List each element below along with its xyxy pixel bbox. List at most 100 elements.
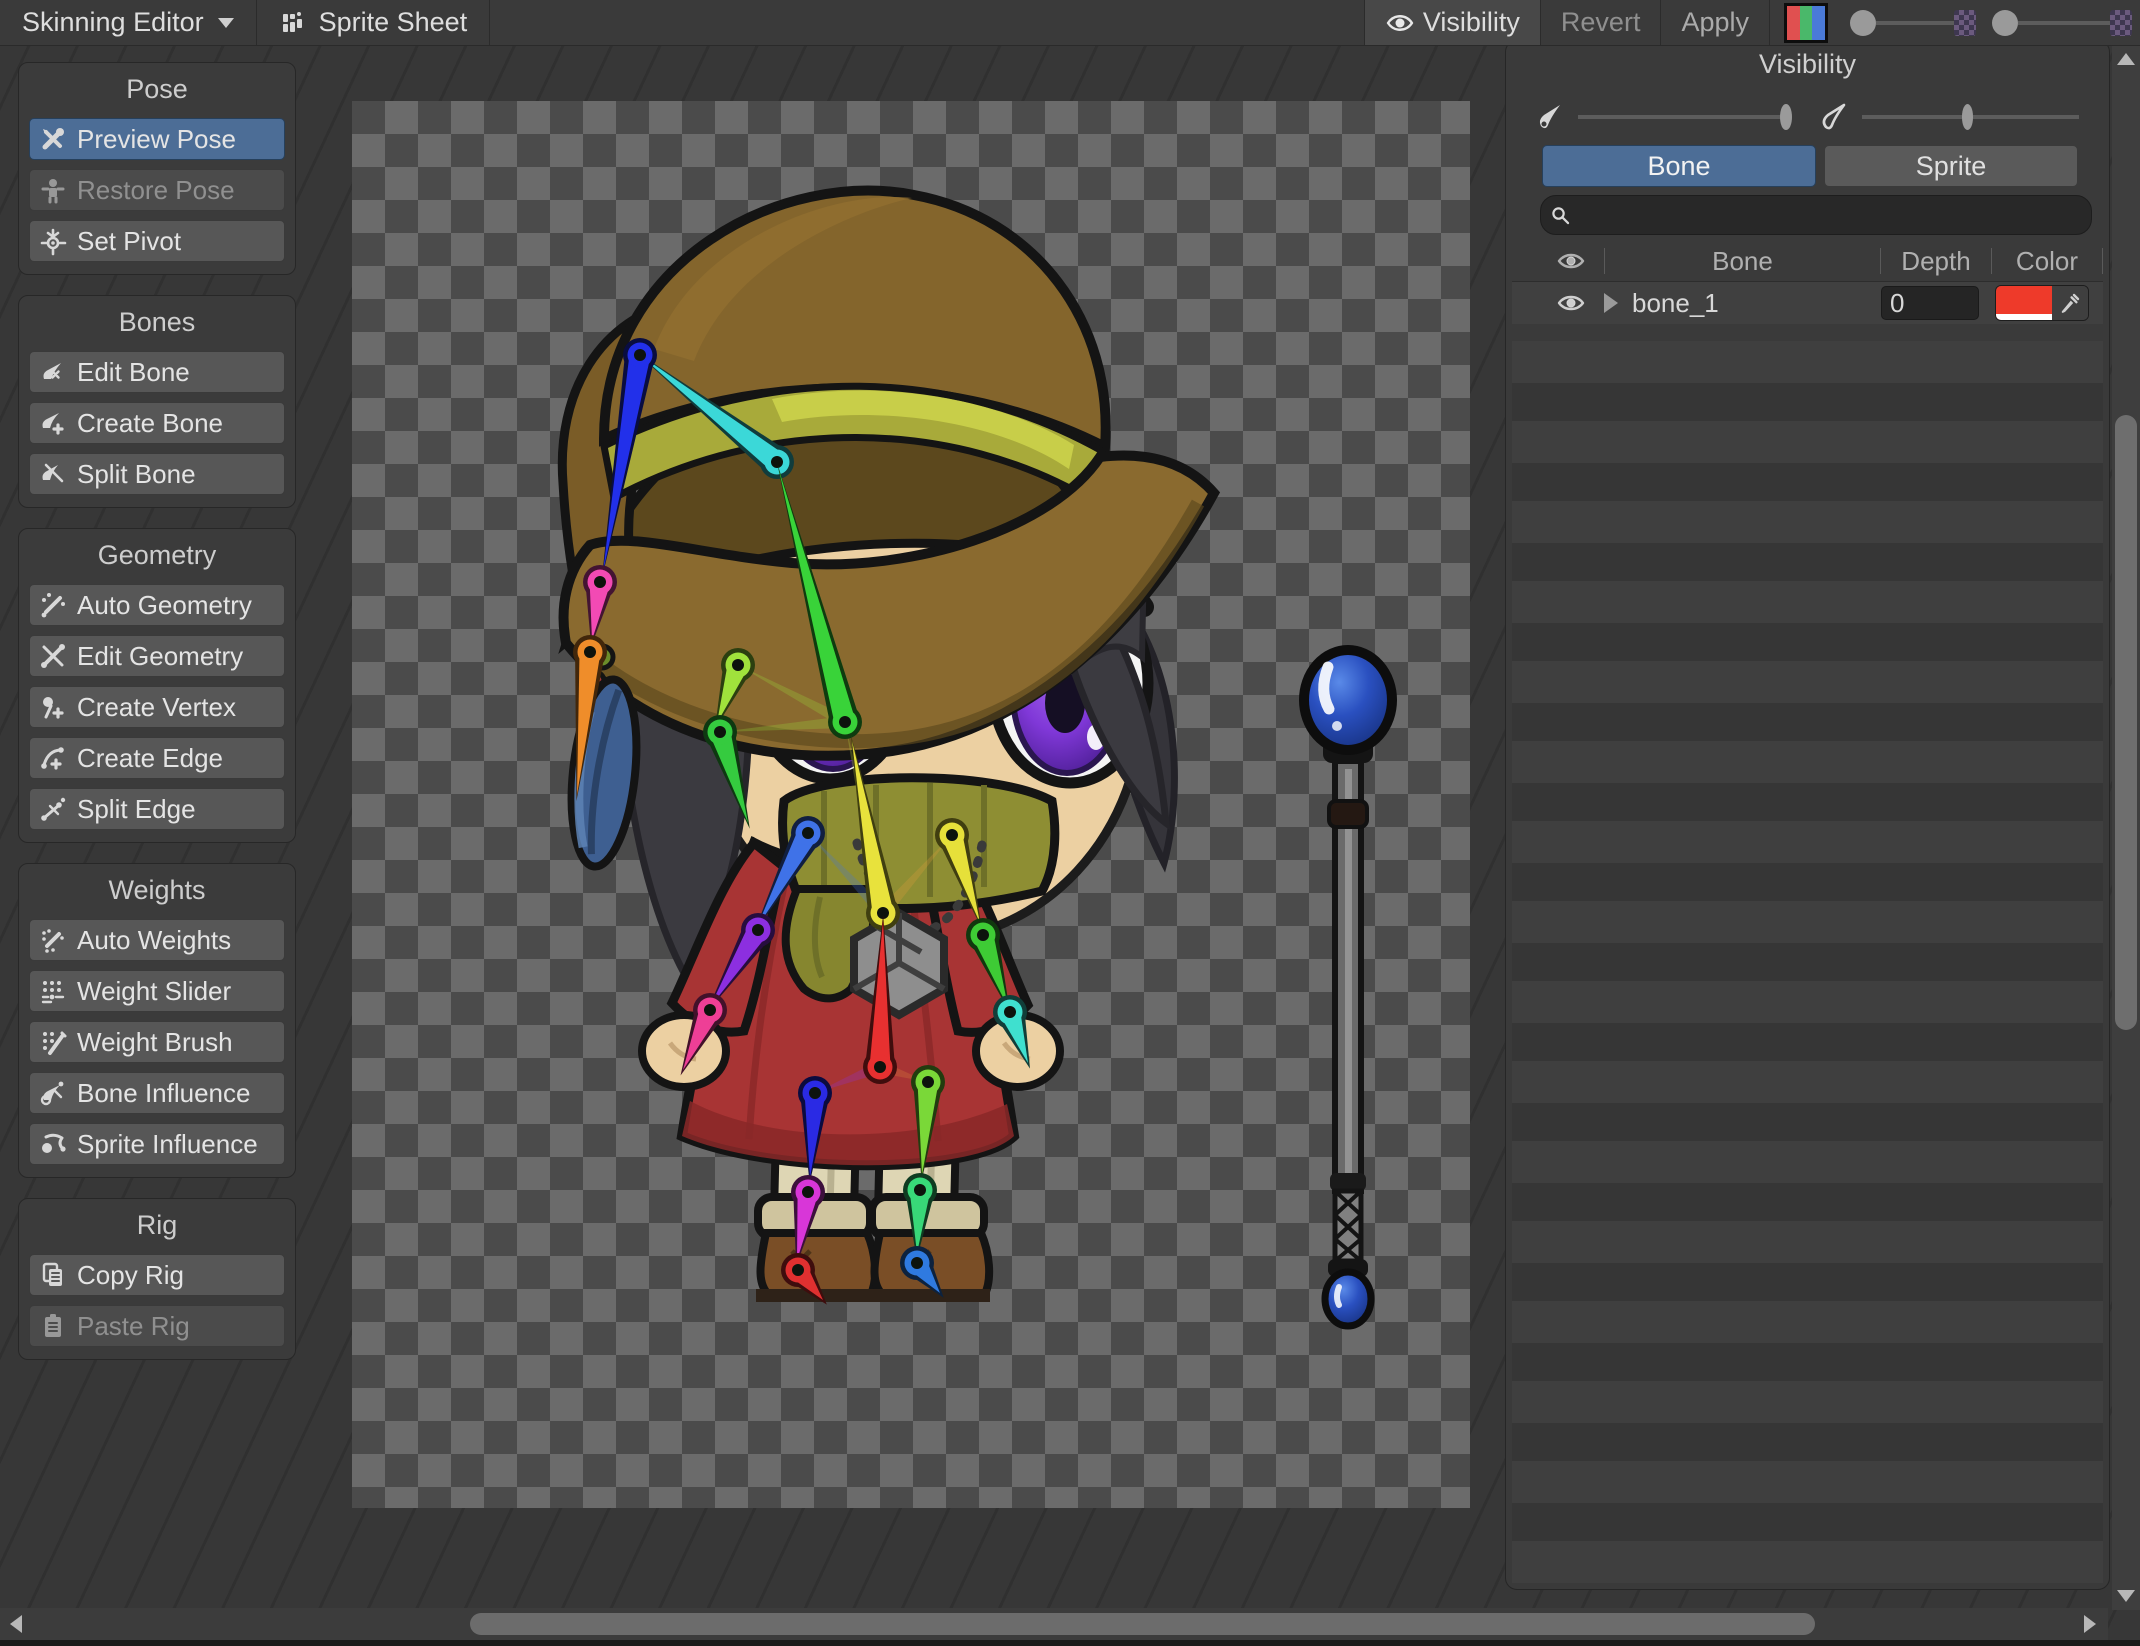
search-input[interactable] bbox=[1585, 200, 2083, 230]
pose-section-title: Pose bbox=[126, 74, 188, 104]
weights-section-title: Weights bbox=[108, 875, 206, 905]
split-edge-button[interactable]: Split Edge bbox=[29, 788, 285, 830]
split-bone-button[interactable]: Split Bone bbox=[29, 453, 285, 495]
column-divider bbox=[2102, 248, 2103, 274]
scroll-up-arrow-icon[interactable] bbox=[2117, 53, 2135, 65]
scroll-right-arrow-icon[interactable] bbox=[2084, 1615, 2096, 1633]
weight-brush-label: Weight Brush bbox=[77, 1026, 233, 1057]
edit-bone-button[interactable]: Edit Bone bbox=[29, 351, 285, 393]
revert-button[interactable]: Revert bbox=[1541, 0, 1661, 45]
sprite-opacity-slider[interactable] bbox=[1992, 9, 2132, 36]
create-edge-icon bbox=[38, 743, 68, 773]
bone-visibility-eye-icon[interactable] bbox=[1556, 288, 1586, 318]
bone-name: bone_1 bbox=[1632, 287, 1719, 318]
hat-feather bbox=[567, 675, 641, 871]
scroll-left-arrow-icon[interactable] bbox=[10, 1615, 22, 1633]
bone-color-widget[interactable] bbox=[1995, 285, 2089, 321]
apply-button[interactable]: Apply bbox=[1661, 0, 1769, 45]
bone-color-swatch-fill[interactable] bbox=[1996, 286, 2052, 320]
edit-geometry-button[interactable]: Edit Geometry bbox=[29, 635, 285, 677]
auto-geometry-button[interactable]: Auto Geometry bbox=[29, 584, 285, 626]
paste-rig-icon bbox=[38, 1311, 68, 1341]
paste-rig-label: Paste Rig bbox=[77, 1310, 190, 1341]
horizontal-scrollbar[interactable] bbox=[0, 1608, 2108, 1640]
bones-section: Bones Edit Bone Create Bone Split Bone bbox=[18, 295, 296, 508]
bone-table-header: Bone Depth Color bbox=[1512, 241, 2103, 282]
set-pivot-label: Set Pivot bbox=[77, 225, 182, 256]
preview-pose-button[interactable]: Preview Pose bbox=[29, 118, 285, 160]
weight-slider-button[interactable]: Weight Slider bbox=[29, 970, 285, 1012]
vertical-scrollbar[interactable] bbox=[2112, 45, 2140, 1610]
bone-opacity-track[interactable] bbox=[1876, 20, 1954, 25]
set-pivot-icon bbox=[38, 226, 68, 256]
alpha-bar bbox=[1996, 314, 2052, 320]
window-bottom-edge bbox=[0, 1640, 2140, 1646]
pose-section: Pose Preview Pose Restore Pose Set Pivot bbox=[18, 62, 296, 275]
bone-visibility-knob[interactable] bbox=[1780, 104, 1792, 130]
visibility-label: Visibility bbox=[1422, 7, 1520, 37]
rig-section-title: Rig bbox=[136, 1210, 178, 1240]
tool-panel: Pose Preview Pose Restore Pose Set Pivot bbox=[18, 62, 296, 1360]
skinning-editor-window: Skinning Editor Sprite Sheet Visibility … bbox=[0, 0, 2140, 1646]
geometry-section-title: Geometry bbox=[97, 540, 217, 570]
tab-bone[interactable]: Bone bbox=[1542, 145, 1816, 187]
bone-visibility-track[interactable] bbox=[1578, 115, 1788, 119]
horizontal-scrollbar-thumb[interactable] bbox=[470, 1613, 1815, 1635]
apply-label: Apply bbox=[1681, 7, 1749, 37]
weight-slider-label: Weight Slider bbox=[77, 975, 232, 1006]
sprite-visibility-track-right[interactable] bbox=[1973, 115, 2079, 119]
depth-input-box[interactable] bbox=[1881, 286, 1979, 320]
paste-rig-button[interactable]: Paste Rig bbox=[29, 1305, 285, 1347]
create-edge-button[interactable]: Create Edge bbox=[29, 737, 285, 779]
sprite-influence-button[interactable]: Sprite Influence bbox=[29, 1123, 285, 1165]
copy-rig-button[interactable]: Copy Rig bbox=[29, 1254, 285, 1296]
bone-influence-button[interactable]: Bone Influence bbox=[29, 1072, 285, 1114]
split-bone-label: Split Bone bbox=[77, 458, 196, 489]
sprite-visibility-knob[interactable] bbox=[1961, 104, 1973, 130]
auto-weights-button[interactable]: Auto Weights bbox=[29, 919, 285, 961]
depth-input[interactable] bbox=[1882, 287, 1978, 320]
bone-search-field[interactable] bbox=[1540, 195, 2092, 235]
visibility-panel: Visibility Bone Sprite Bone Depth Color … bbox=[1505, 40, 2110, 1590]
bone-filled-icon bbox=[1536, 102, 1566, 132]
character-sprite bbox=[557, 185, 1397, 1330]
sprite-opacity-track[interactable] bbox=[2018, 20, 2110, 25]
sprite-canvas[interactable] bbox=[352, 101, 1470, 1508]
create-vertex-label: Create Vertex bbox=[77, 691, 236, 722]
sprite-influence-label: Sprite Influence bbox=[77, 1128, 258, 1159]
restore-pose-button[interactable]: Restore Pose bbox=[29, 169, 285, 211]
eyedropper-button[interactable] bbox=[2052, 286, 2088, 320]
bone-opacity-preview-icon bbox=[1954, 9, 1976, 36]
top-toolbar: Skinning Editor Sprite Sheet Visibility … bbox=[0, 0, 2140, 46]
toolbar-divider bbox=[489, 0, 491, 45]
weight-brush-button[interactable]: Weight Brush bbox=[29, 1021, 285, 1063]
sprite-sheet-button[interactable]: Sprite Sheet bbox=[257, 0, 490, 45]
preview-pose-label: Preview Pose bbox=[77, 123, 236, 154]
restore-pose-icon bbox=[38, 175, 68, 205]
set-pivot-button[interactable]: Set Pivot bbox=[29, 220, 285, 262]
sprite-opacity-knob[interactable] bbox=[1992, 9, 2018, 36]
green-stripe bbox=[1799, 5, 1813, 40]
create-vertex-button[interactable]: Create Vertex bbox=[29, 686, 285, 728]
sprite-sheet-icon bbox=[279, 8, 309, 38]
expand-triangle-icon[interactable] bbox=[1604, 293, 1618, 313]
bone-opacity-slider[interactable] bbox=[1850, 9, 1976, 36]
split-edge-icon bbox=[38, 794, 68, 824]
split-edge-label: Split Edge bbox=[77, 793, 196, 824]
scroll-down-arrow-icon[interactable] bbox=[2117, 1590, 2135, 1602]
bone-opacity-knob[interactable] bbox=[1850, 9, 1876, 36]
visibility-toggle-button[interactable]: Visibility bbox=[1364, 0, 1540, 45]
search-icon bbox=[1549, 204, 1579, 226]
sprite-visibility-track-left[interactable] bbox=[1861, 115, 1962, 119]
edit-geometry-label: Edit Geometry bbox=[77, 640, 244, 671]
edit-bone-label: Edit Bone bbox=[77, 356, 190, 387]
sprite-color-mode-button[interactable] bbox=[1784, 2, 1828, 43]
create-bone-label: Create Bone bbox=[77, 407, 223, 438]
bone-row[interactable]: bone_1 bbox=[1512, 282, 2103, 324]
tab-sprite[interactable]: Sprite bbox=[1824, 145, 2078, 187]
skinning-editor-dropdown[interactable]: Skinning Editor bbox=[0, 0, 256, 45]
create-bone-icon bbox=[38, 408, 68, 438]
visibility-tabs: Bone Sprite bbox=[1542, 145, 2078, 187]
vertical-scrollbar-thumb[interactable] bbox=[2115, 415, 2137, 1030]
create-bone-button[interactable]: Create Bone bbox=[29, 402, 285, 444]
